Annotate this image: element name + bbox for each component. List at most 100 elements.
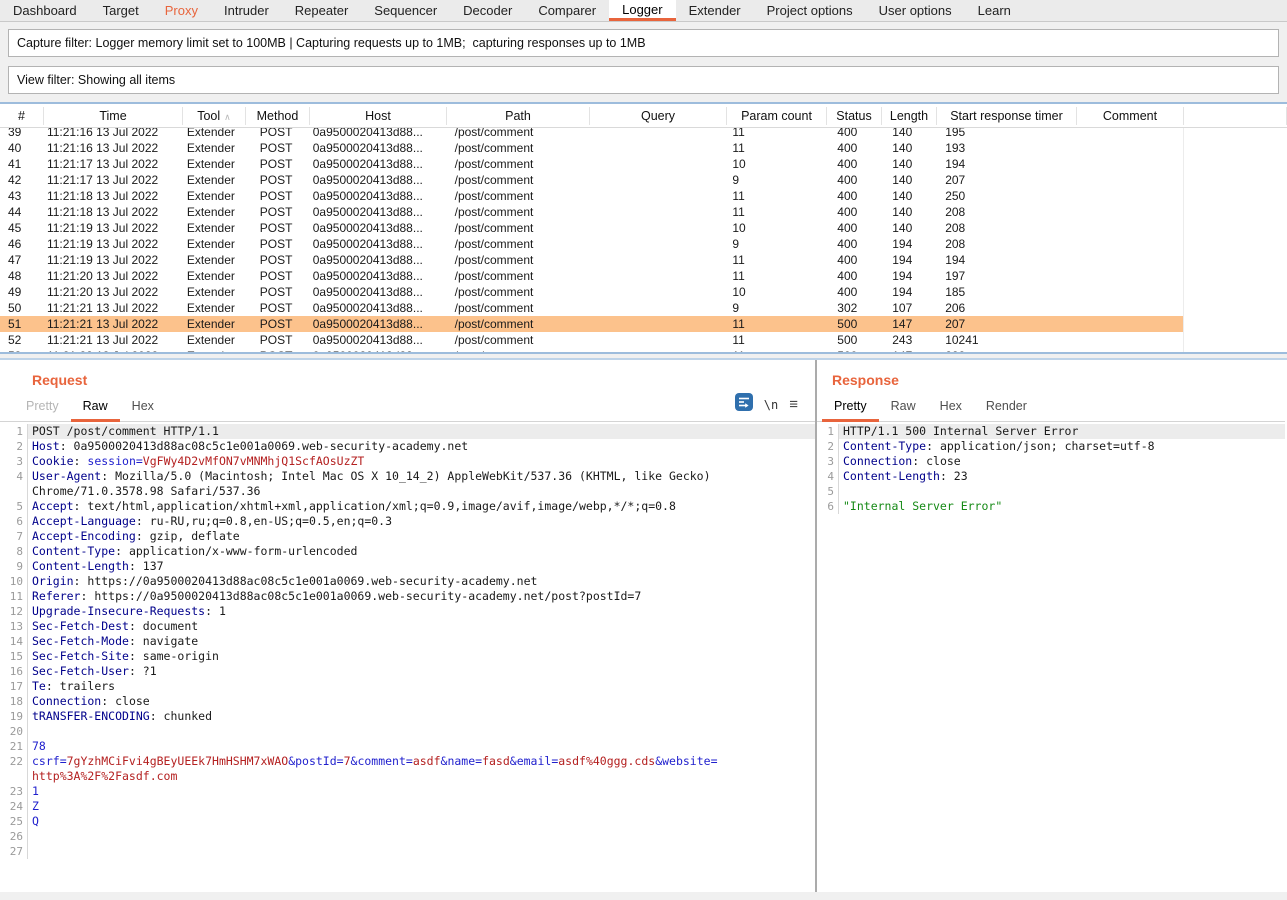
cell-length: 140 (881, 189, 936, 203)
line-text: POST /post/comment HTTP/1.1 (28, 424, 815, 439)
cell-length: 140 (881, 221, 936, 235)
cell-num: 52 (0, 333, 44, 347)
main-tab-target[interactable]: Target (90, 0, 152, 21)
response-editor-tabs: PrettyRawHexRender (817, 394, 1285, 422)
tab-raw[interactable]: Raw (71, 394, 120, 422)
tab-pretty[interactable]: Pretty (14, 394, 71, 422)
view-filter-bar[interactable]: View filter: Showing all items (8, 66, 1279, 94)
cell-tool: Extender (183, 221, 246, 235)
log-row[interactable]: 5311:21:22 13 Jul 2022ExtenderPOST0a9500… (0, 348, 1183, 354)
main-tab-repeater[interactable]: Repeater (282, 0, 361, 21)
line-text: Accept-Encoding: gzip, deflate (28, 529, 815, 544)
log-row[interactable]: 4011:21:16 13 Jul 2022ExtenderPOST0a9500… (0, 140, 1183, 156)
log-row[interactable]: 3911:21:16 13 Jul 2022ExtenderPOST0a9500… (0, 128, 1183, 140)
cell-path: /post/comment (447, 205, 590, 219)
cell-path: /post/comment (447, 333, 590, 347)
log-row[interactable]: 4711:21:19 13 Jul 2022ExtenderPOST0a9500… (0, 252, 1183, 268)
line-text: Connection: close (28, 694, 815, 709)
line-number: 23 (0, 784, 28, 799)
cell-param-count: 10 (726, 221, 826, 235)
column-header-filler (1184, 107, 1287, 125)
code-line: 5Accept: text/html,application/xhtml+xml… (0, 499, 815, 514)
newline-visibility-toggle[interactable]: \n (764, 398, 778, 412)
column-header-param-count[interactable]: Param count (727, 107, 827, 125)
cell-tool: Extender (183, 301, 246, 315)
column-header-method[interactable]: Method (246, 107, 310, 125)
log-row[interactable]: 4111:21:17 13 Jul 2022ExtenderPOST0a9500… (0, 156, 1183, 172)
main-tab-logger[interactable]: Logger (609, 0, 675, 21)
response-pretty-editor[interactable]: 1HTTP/1.1 500 Internal Server Error2Cont… (817, 424, 1285, 514)
log-row[interactable]: 5011:21:21 13 Jul 2022ExtenderPOST0a9500… (0, 300, 1183, 316)
cell-param-count: 10 (726, 157, 826, 171)
line-number: 3 (0, 454, 28, 469)
main-tab-learn[interactable]: Learn (965, 0, 1024, 21)
main-tab-proxy[interactable]: Proxy (152, 0, 211, 21)
column-header-length[interactable]: Length (882, 107, 937, 125)
main-tab-dashboard[interactable]: Dashboard (0, 0, 90, 21)
line-text: Sec-Fetch-Mode: navigate (28, 634, 815, 649)
cell-status: 400 (826, 205, 881, 219)
column-header-comment[interactable]: Comment (1077, 107, 1184, 125)
cell-method: POST (246, 221, 310, 235)
main-tab-user-options[interactable]: User options (866, 0, 965, 21)
cell-length: 140 (881, 128, 936, 139)
main-tab-comparer[interactable]: Comparer (525, 0, 609, 21)
line-text: Sec-Fetch-Dest: document (28, 619, 815, 634)
main-tab-project-options[interactable]: Project options (754, 0, 866, 21)
main-tab-decoder[interactable]: Decoder (450, 0, 525, 21)
main-tab-intruder[interactable]: Intruder (211, 0, 282, 21)
sort-ascending-icon: ∧ (220, 112, 231, 122)
log-row-selected[interactable]: 5111:21:21 13 Jul 2022ExtenderPOST0a9500… (0, 316, 1183, 332)
line-number: 5 (817, 484, 839, 499)
cell-param-count: 10 (726, 285, 826, 299)
capture-filter-text: Capture filter: Logger memory limit set … (9, 36, 646, 50)
cell-length: 194 (881, 237, 936, 251)
wrap-lines-icon[interactable] (735, 393, 753, 416)
main-tab-extender[interactable]: Extender (676, 0, 754, 21)
cell-tool: Extender (183, 285, 246, 299)
code-line: 25Q (0, 814, 815, 829)
cell-num: 45 (0, 221, 44, 235)
capture-filter-bar[interactable]: Capture filter: Logger memory limit set … (8, 29, 1279, 57)
tab-pretty[interactable]: Pretty (822, 394, 879, 422)
cell-method: POST (246, 285, 310, 299)
column-header-query[interactable]: Query (590, 107, 727, 125)
editor-menu-icon[interactable]: ≡ (789, 399, 798, 411)
tab-hex[interactable]: Hex (120, 394, 166, 422)
tab-raw[interactable]: Raw (879, 394, 928, 422)
column-header-host[interactable]: Host (310, 107, 447, 125)
cell-start-response-timer: 197 (936, 269, 1076, 283)
cell-path: /post/comment (447, 349, 590, 354)
column-header-start-response-timer[interactable]: Start response timer (937, 107, 1077, 125)
cell-method: POST (246, 205, 310, 219)
log-row[interactable]: 4611:21:19 13 Jul 2022ExtenderPOST0a9500… (0, 236, 1183, 252)
column-header-time[interactable]: Time (44, 107, 183, 125)
cell-path: /post/comment (447, 237, 590, 251)
line-number: 5 (0, 499, 28, 514)
cell-length: 147 (881, 349, 936, 354)
log-table-header: #TimeTool∧MethodHostPathQueryParam count… (0, 104, 1287, 128)
log-row[interactable]: 4911:21:20 13 Jul 2022ExtenderPOST0a9500… (0, 284, 1183, 300)
log-table-body[interactable]: 3911:21:16 13 Jul 2022ExtenderPOST0a9500… (0, 128, 1287, 354)
line-number: 4 (0, 469, 28, 484)
column-header-path[interactable]: Path (447, 107, 590, 125)
line-number: 19 (0, 709, 28, 724)
log-row[interactable]: 4211:21:17 13 Jul 2022ExtenderPOST0a9500… (0, 172, 1183, 188)
code-line: 4Content-Length: 23 (817, 469, 1285, 484)
log-row[interactable]: 4511:21:19 13 Jul 2022ExtenderPOST0a9500… (0, 220, 1183, 236)
cell-method: POST (246, 253, 310, 267)
column-header--[interactable]: # (0, 107, 44, 125)
tab-render[interactable]: Render (974, 394, 1039, 422)
line-text: Chrome/71.0.3578.98 Safari/537.36 (28, 484, 815, 499)
column-header-tool[interactable]: Tool∧ (183, 107, 246, 125)
log-row[interactable]: 4411:21:18 13 Jul 2022ExtenderPOST0a9500… (0, 204, 1183, 220)
log-row[interactable]: 5211:21:21 13 Jul 2022ExtenderPOST0a9500… (0, 332, 1183, 348)
log-row[interactable]: 4311:21:18 13 Jul 2022ExtenderPOST0a9500… (0, 188, 1183, 204)
tab-hex[interactable]: Hex (928, 394, 974, 422)
log-row[interactable]: 4811:21:20 13 Jul 2022ExtenderPOST0a9500… (0, 268, 1183, 284)
request-title: Request (0, 360, 815, 388)
column-header-status[interactable]: Status (827, 107, 882, 125)
cell-tool: Extender (183, 317, 246, 331)
request-raw-editor[interactable]: 1POST /post/comment HTTP/1.12Host: 0a950… (0, 424, 815, 859)
main-tab-sequencer[interactable]: Sequencer (361, 0, 450, 21)
